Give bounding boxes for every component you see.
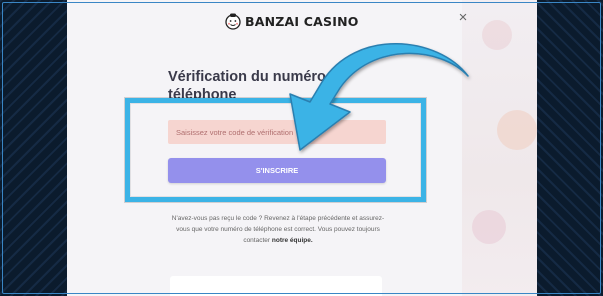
close-icon[interactable]: × <box>456 10 470 25</box>
signup-button[interactable]: S'INSCRIRE <box>168 158 386 183</box>
contact-team-link[interactable]: notre équipe. <box>272 237 313 244</box>
banzai-casino-logo[interactable]: BANZAI CASINO <box>224 12 359 30</box>
logo-text: BANZAI CASINO <box>245 13 359 29</box>
sumo-wrestler-icon <box>225 13 241 30</box>
verification-code-placeholder: Saisissez votre code de vérification <box>176 127 294 137</box>
phone-verification-modal: BANZAI CASINO × Vérification du numéro d… <box>67 0 537 296</box>
background-left-panel <box>0 0 67 296</box>
modal-bottom-card <box>170 276 382 296</box>
modal-decor <box>462 0 537 296</box>
background-right-panel <box>536 0 603 296</box>
help-text: N'avez-vous pas reçu le code ? Revenez à… <box>166 213 390 246</box>
page-title: Vérification du numéro de téléphone <box>168 69 347 103</box>
verification-code-input[interactable]: Saisissez votre code de vérification <box>168 120 386 144</box>
